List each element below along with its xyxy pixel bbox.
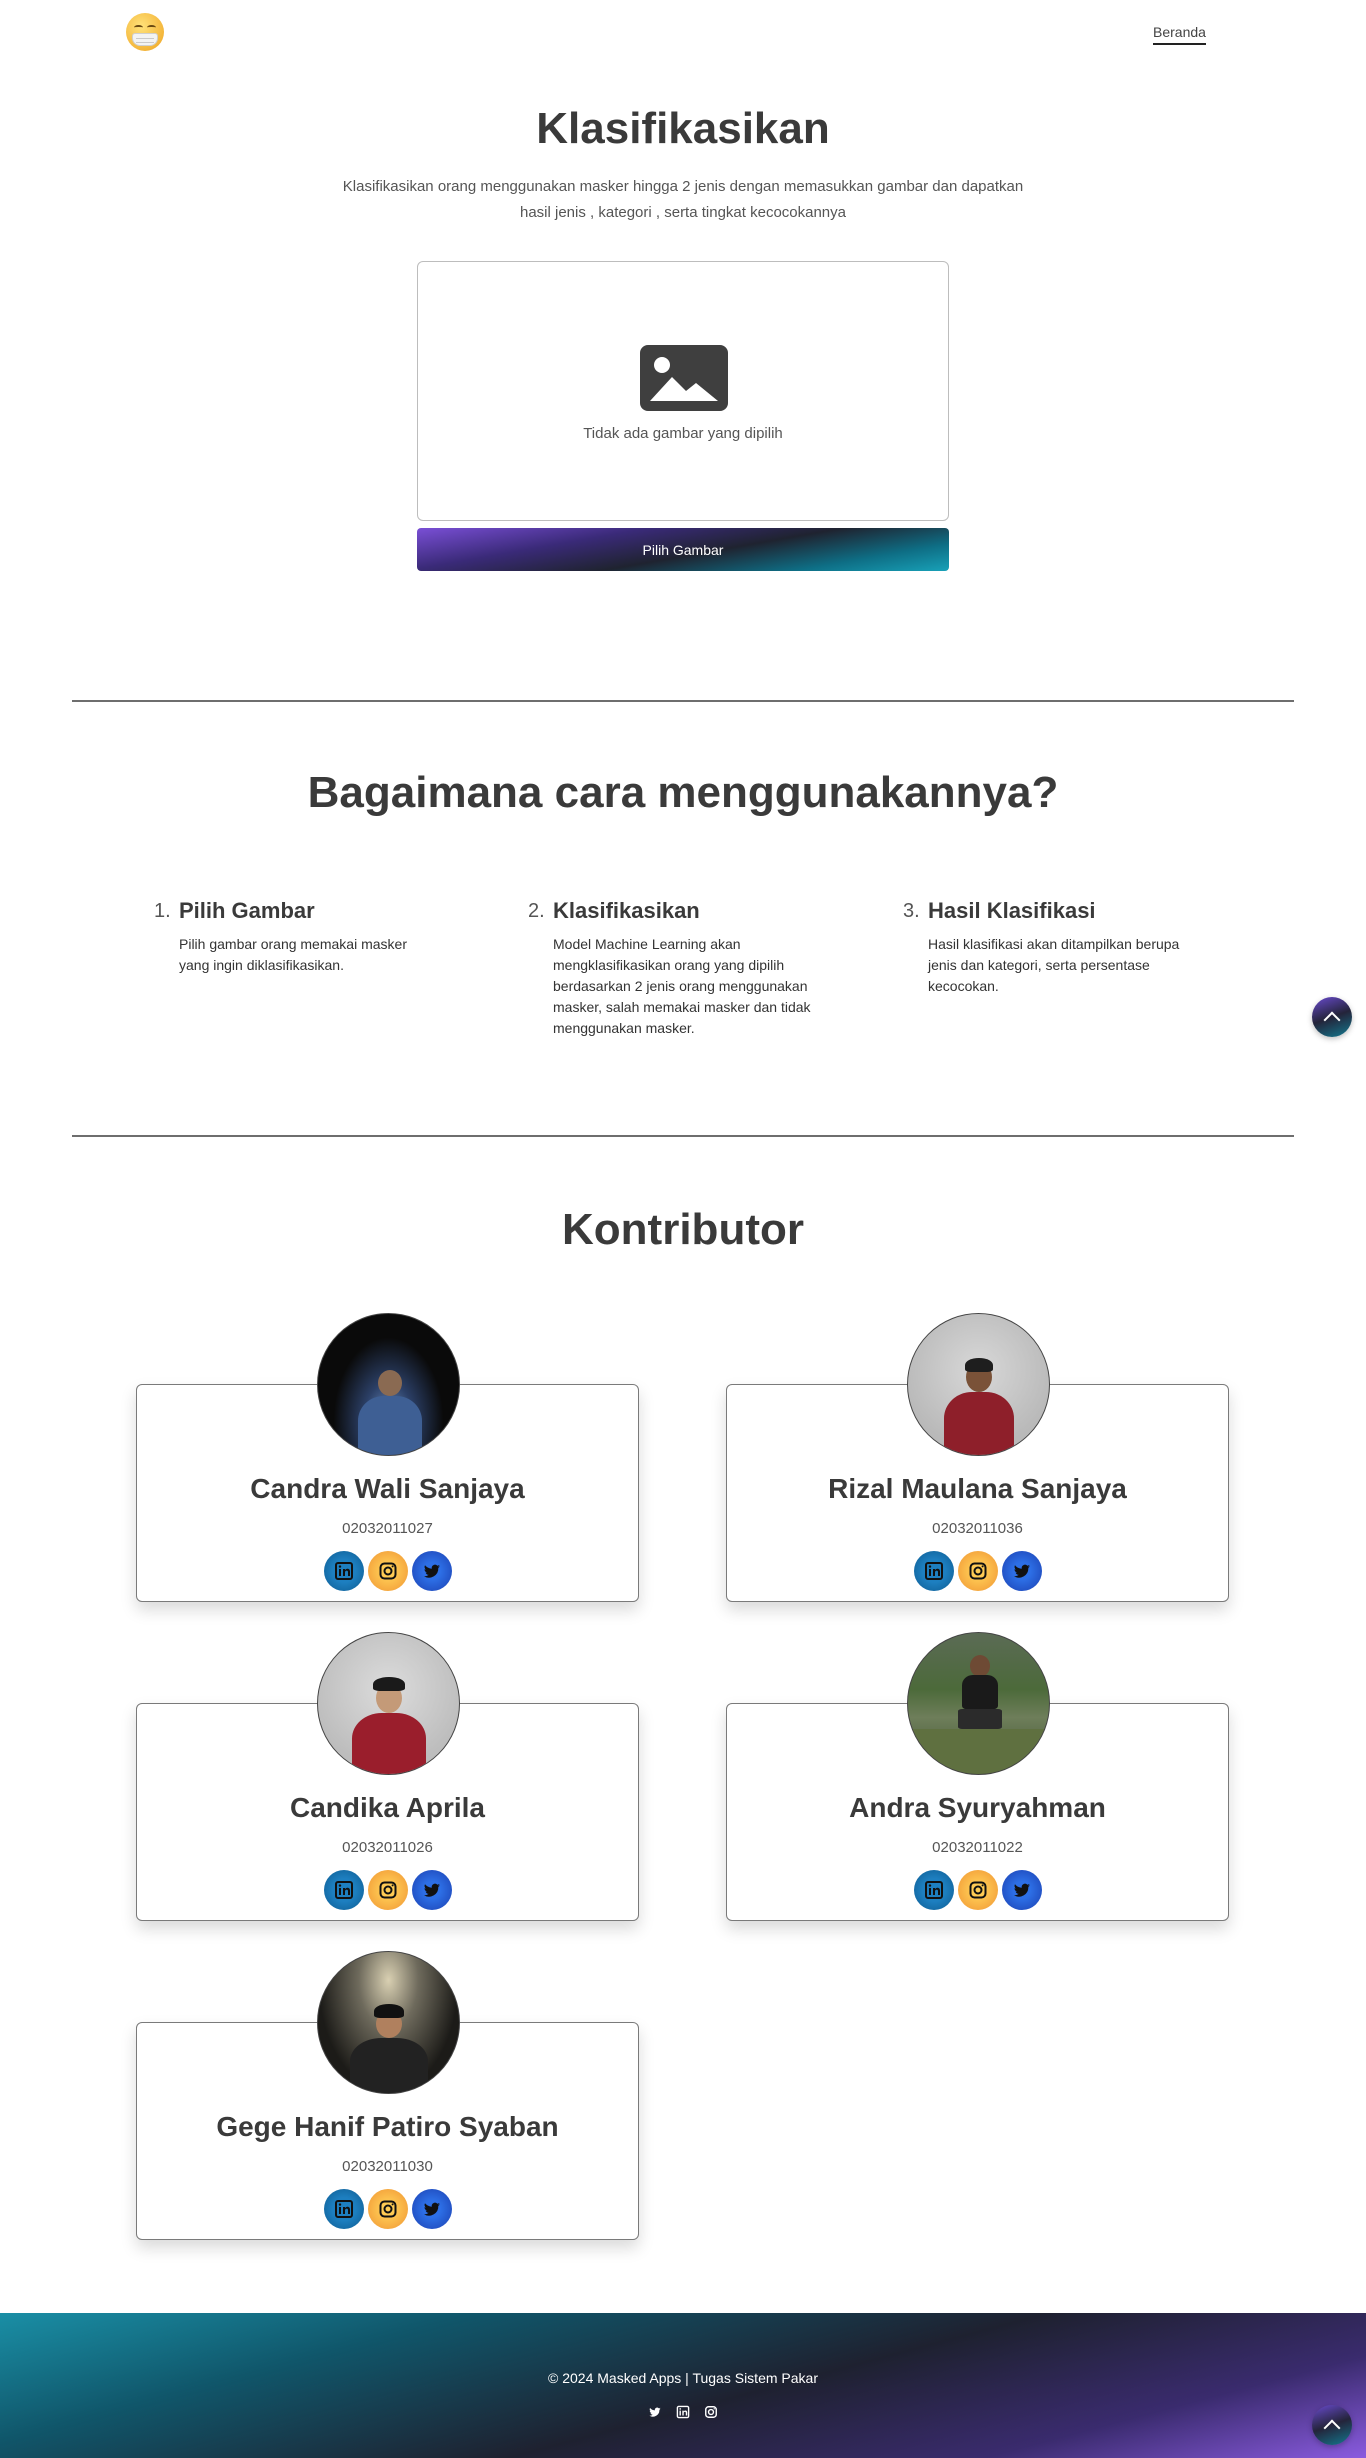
contributor-nim: 02032011022 <box>932 1839 1023 1856</box>
nav-link-beranda[interactable]: Beranda <box>1153 24 1206 45</box>
step-text: Hasil klasifikasi akan ditampilkan berup… <box>928 936 1180 994</box>
social-links <box>137 1870 638 1910</box>
contributor-name: Rizal Maulana Sanjaya <box>828 1473 1127 1504</box>
social-links <box>137 1551 638 1591</box>
avatar <box>317 1313 460 1456</box>
avatar <box>907 1632 1050 1775</box>
image-preview-box[interactable]: Tidak ada gambar yang dipilih <box>417 261 949 521</box>
step-3: 3. Hasil Klasifikasi Hasil klasifikasi a… <box>903 898 1208 997</box>
step-title: Klasifikasikan <box>553 898 700 923</box>
twitter-icon[interactable] <box>648 2405 662 2419</box>
choose-image-button[interactable]: Pilih Gambar <box>417 528 949 571</box>
instagram-icon[interactable] <box>367 1870 408 1910</box>
howto-title: Bagaimana cara menggunakannya? <box>307 768 1059 817</box>
twitter-icon[interactable] <box>1001 1870 1042 1910</box>
instagram-icon[interactable] <box>704 2405 718 2419</box>
contributor-name: Gege Hanif Patiro Syaban <box>216 2111 559 2142</box>
contributor-nim: 02032011026 <box>342 1839 433 1856</box>
footer: © 2024 Masked Apps | Tugas Sistem Pakar <box>0 2313 1366 2458</box>
linkedin-icon[interactable] <box>676 2405 690 2419</box>
contributor-name: Andra Syuryahman <box>849 1792 1106 1823</box>
linkedin-icon[interactable] <box>913 1551 954 1591</box>
contributor-card: Candika Aprila 02032011026 <box>136 1632 639 1921</box>
contributor-nim: 02032011036 <box>932 1520 1023 1537</box>
masked-face-logo-icon[interactable] <box>126 13 164 51</box>
step-2: 2. Klasifikasikan Model Machine Learning… <box>528 898 833 1039</box>
step-number: 3. <box>903 900 920 922</box>
avatar <box>317 1632 460 1775</box>
hero-title: Klasifikasikan <box>536 104 830 153</box>
instagram-icon[interactable] <box>957 1870 998 1910</box>
social-links <box>137 2189 638 2229</box>
linkedin-icon[interactable] <box>323 1551 364 1591</box>
step-text: Pilih gambar orang memakai masker yang i… <box>179 936 407 973</box>
twitter-icon[interactable] <box>411 1870 452 1910</box>
linkedin-icon[interactable] <box>323 2189 364 2229</box>
contributor-nim: 02032011027 <box>342 1520 433 1537</box>
image-placeholder-icon <box>640 345 728 411</box>
linkedin-icon[interactable] <box>913 1870 954 1910</box>
contributor-name: Candika Aprila <box>289 1792 485 1823</box>
step-title: Pilih Gambar <box>179 898 315 923</box>
contributor-card: Gege Hanif Patiro Syaban 02032011030 <box>136 1951 639 2240</box>
avatar <box>317 1951 460 2094</box>
hero-description: Klasifikasikan orang menggunakan masker … <box>342 178 1024 221</box>
twitter-icon[interactable] <box>1001 1551 1042 1591</box>
social-links <box>727 1551 1228 1591</box>
step-title: Hasil Klasifikasi <box>928 898 1096 923</box>
section-divider <box>72 1135 1294 1137</box>
contributors-title: Kontributor <box>562 1205 804 1254</box>
navbar: Beranda <box>0 0 1366 64</box>
section-divider <box>72 700 1294 702</box>
twitter-icon[interactable] <box>411 1551 452 1591</box>
scroll-to-top-button[interactable] <box>1312 997 1352 1037</box>
instagram-icon[interactable] <box>367 1551 408 1591</box>
contributor-card: Candra Wali Sanjaya 02032011027 <box>136 1313 639 1602</box>
footer-social-links <box>0 2405 1366 2419</box>
avatar <box>907 1313 1050 1456</box>
step-number: 2. <box>528 900 545 922</box>
contributor-name: Candra Wali Sanjaya <box>250 1473 525 1504</box>
contributor-card: Rizal Maulana Sanjaya 02032011036 <box>726 1313 1229 1602</box>
no-image-text: Tidak ada gambar yang dipilih <box>583 425 783 442</box>
instagram-icon[interactable] <box>367 2189 408 2229</box>
scroll-to-top-button[interactable] <box>1312 2405 1352 2445</box>
step-text: Model Machine Learning akan mengklasifik… <box>553 936 811 1036</box>
social-links <box>727 1870 1228 1910</box>
instagram-icon[interactable] <box>957 1551 998 1591</box>
contributor-nim: 02032011030 <box>342 2158 433 2175</box>
step-1: 1. Pilih Gambar Pilih gambar orang memak… <box>154 898 459 976</box>
step-number: 1. <box>154 900 171 922</box>
footer-copyright: © 2024 Masked Apps | Tugas Sistem Pakar <box>548 2370 818 2386</box>
twitter-icon[interactable] <box>411 2189 452 2229</box>
contributor-card: Andra Syuryahman 02032011022 <box>726 1632 1229 1921</box>
linkedin-icon[interactable] <box>323 1870 364 1910</box>
